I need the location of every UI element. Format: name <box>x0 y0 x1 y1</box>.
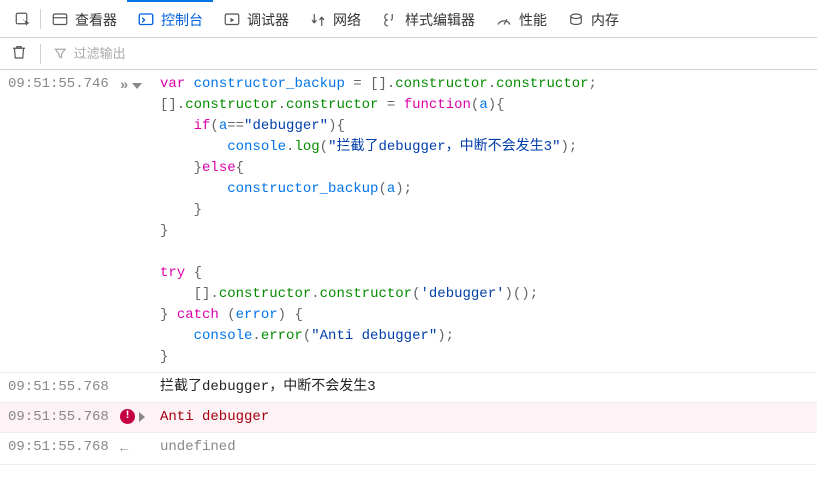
console-error-row: 09:51:55.768 ! Anti debugger <box>0 403 817 433</box>
tab-label: 网络 <box>333 10 361 30</box>
timestamp: 09:51:55.768 <box>8 377 120 398</box>
row-markers: ! <box>120 407 160 424</box>
funnel-icon <box>53 46 68 61</box>
performance-icon <box>495 11 513 29</box>
console-icon <box>137 11 155 29</box>
expand-toggle-icon[interactable] <box>132 83 142 89</box>
trash-icon <box>10 43 28 61</box>
tab-network[interactable]: 网络 <box>299 0 371 37</box>
debugger-icon <box>223 11 241 29</box>
tab-label: 性能 <box>519 10 547 30</box>
row-markers: » <box>120 74 160 97</box>
tab-memory[interactable]: 内存 <box>557 0 629 37</box>
input-marker-icon: » <box>120 76 128 97</box>
console-output: 09:51:55.746 » var constructor_backup = … <box>0 70 817 501</box>
console-input-row: 09:51:55.746 » var constructor_backup = … <box>0 70 817 373</box>
tab-label: 样式编辑器 <box>405 10 475 30</box>
row-markers <box>120 377 160 379</box>
picker-icon <box>14 11 32 29</box>
tab-debugger[interactable]: 调试器 <box>213 0 299 37</box>
expand-toggle-icon[interactable] <box>139 412 145 422</box>
memory-icon <box>567 11 585 29</box>
timestamp: 09:51:55.768 <box>8 437 120 458</box>
tab-performance[interactable]: 性能 <box>485 0 557 37</box>
result-value[interactable]: undefined <box>160 437 809 458</box>
tab-inspector[interactable]: 查看器 <box>41 0 127 37</box>
tab-console[interactable]: 控制台 <box>127 0 213 37</box>
filter-box <box>53 46 807 61</box>
log-message[interactable]: 拦截了debugger，中断不会发生3 <box>160 377 809 398</box>
error-icon: ! <box>120 409 135 424</box>
devtools-toolbar: 查看器 控制台 调试器 网络 样式编辑器 性能 内存 <box>0 0 817 38</box>
code-block[interactable]: var constructor_backup = [].constructor.… <box>160 74 809 368</box>
timestamp: 09:51:55.746 <box>8 74 120 95</box>
clear-console-button[interactable] <box>10 43 28 64</box>
separator <box>40 44 41 64</box>
tab-style-editor[interactable]: 样式编辑器 <box>371 0 485 37</box>
console-result-row: 09:51:55.768 ← undefined <box>0 433 817 465</box>
console-filter-bar <box>0 38 817 70</box>
timestamp: 09:51:55.768 <box>8 407 120 428</box>
tab-label: 查看器 <box>75 10 117 30</box>
tab-label: 内存 <box>591 10 619 30</box>
inspector-icon <box>51 11 69 29</box>
tab-label: 控制台 <box>161 10 203 30</box>
tab-label: 调试器 <box>247 10 289 30</box>
console-log-row: 09:51:55.768 拦截了debugger，中断不会发生3 <box>0 373 817 403</box>
style-editor-icon <box>381 11 399 29</box>
output-marker-icon: ← <box>120 439 128 460</box>
filter-input[interactable] <box>74 46 807 61</box>
element-picker-button[interactable] <box>6 0 40 37</box>
error-message[interactable]: Anti debugger <box>160 407 809 428</box>
network-icon <box>309 11 327 29</box>
row-markers: ← <box>120 437 160 460</box>
